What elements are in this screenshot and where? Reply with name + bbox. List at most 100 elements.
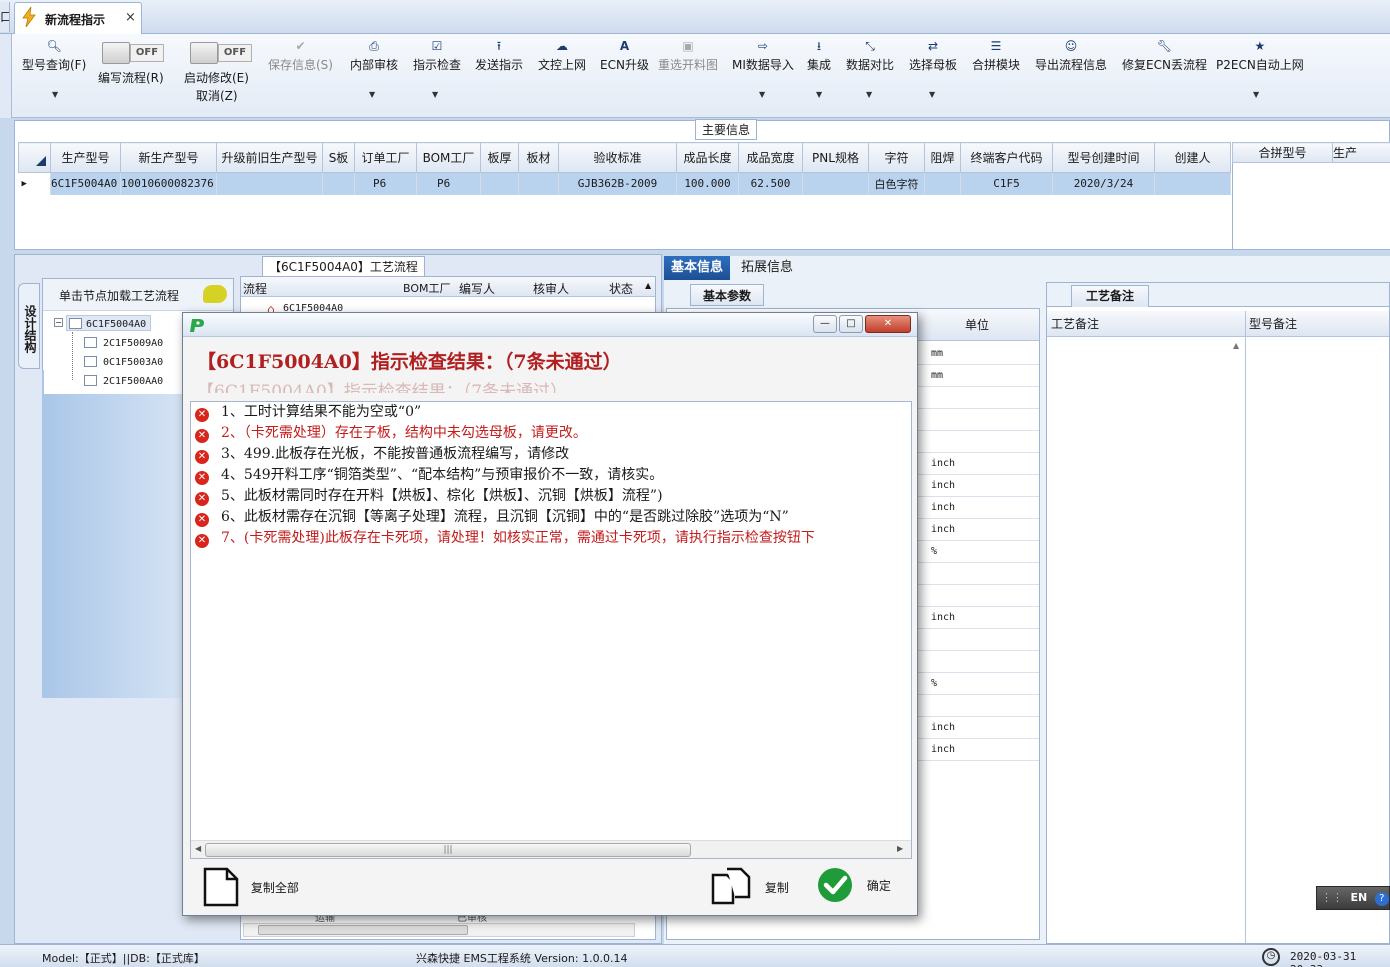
column-header[interactable]: 新生产型号 — [120, 142, 217, 173]
upload-icon: ⭱ — [496, 39, 502, 53]
scrollbar-thumb[interactable]: ||| — [205, 843, 691, 857]
mi-import-button[interactable]: ⇨ MI数据导入 — [732, 38, 794, 73]
column-header[interactable]: 编写人 — [459, 280, 495, 297]
select-mother-board-button[interactable]: ⇄ 选择母板 — [909, 38, 957, 73]
chevron-down-icon[interactable]: ▼ — [1253, 90, 1259, 99]
column-header[interactable]: 成品宽度 — [738, 142, 803, 173]
check-message-list[interactable]: ✕ 1、工时计算结果不能为空或“0” ✕ 2、（卡死需处理）存在子板，结构中未勾选母… — [190, 401, 912, 859]
horizontal-scrollbar[interactable]: ◀ ||| ▶ — [191, 840, 911, 858]
list-item[interactable]: ✕ 2、（卡死需处理）存在子板，结构中未勾选母板，请更改。 — [195, 423, 587, 444]
list-item[interactable]: ✕ 7、(卡死需处理)此板存在卡死项，请处理！如核实正常，需通过卡死项，请执行指示… — [195, 528, 815, 549]
list-item[interactable]: ✕ 1、工时计算结果不能为空或“0” — [195, 402, 421, 423]
column-header[interactable]: 验收标准 — [558, 142, 677, 173]
tree-node[interactable]: 2C1F500AA0 — [84, 373, 163, 387]
copy-button[interactable]: 复制 — [711, 867, 789, 911]
tree-node[interactable]: 6C1F5004A0 — [66, 315, 152, 331]
internal-review-button[interactable]: ⎙ 内部审核 — [350, 38, 398, 73]
node-checkbox[interactable] — [84, 375, 97, 386]
column-header[interactable]: 阻焊 — [924, 142, 961, 173]
ok-button[interactable]: 确定 — [817, 867, 891, 911]
download-icon: ⭳ — [816, 39, 822, 53]
instruction-check-button[interactable]: ☑ 指示检查 — [413, 38, 461, 73]
list-item[interactable]: ✕ 5、此板材需同时存在开料【烘板】、棕化【烘板】、沉铜【烘板】流程”) — [195, 486, 663, 507]
column-header[interactable]: 板材 — [518, 142, 559, 173]
column-header[interactable]: 状态 — [609, 280, 633, 297]
repair-ecn-flow-button[interactable]: 🔧︎ 修复ECN丢流程 — [1122, 38, 1207, 73]
chevron-down-icon[interactable]: ▼ — [816, 90, 822, 99]
column-header[interactable]: 型号创建时间 — [1052, 142, 1155, 173]
column-header[interactable]: 创建人 — [1154, 142, 1231, 173]
list-item[interactable]: ✕ 6、此板材需存在沉铜【等离子处理】流程，且沉铜【沉铜】中的“是否跳过除胶”选项… — [195, 507, 789, 528]
column-header[interactable]: BOM工厂 — [403, 280, 451, 296]
column-header[interactable]: 成品长度 — [676, 142, 739, 173]
ime-toolbar[interactable]: ⋮⋮ EN ? — [1316, 886, 1390, 910]
column-header[interactable]: 订单工厂 — [354, 142, 417, 173]
merge-module-button[interactable]: ☰ 合拼模块 — [972, 38, 1020, 73]
row-indicator-header — [18, 142, 51, 173]
tab-new-process[interactable]: 新流程指示 × — [14, 2, 142, 34]
start-edit-toggle[interactable]: OFF — [190, 42, 254, 64]
column-header[interactable]: PNL规格 — [802, 142, 869, 173]
tab-basic-info[interactable]: 基本信息 — [664, 256, 731, 280]
column-header[interactable]: 升级前旧生产型号 — [216, 142, 323, 173]
doc-control-online-button[interactable]: ☁ 文控上网 — [538, 38, 586, 73]
column-header[interactable]: 终端客户代码 — [960, 142, 1053, 173]
copy-all-button[interactable]: 复制全部 — [203, 867, 299, 911]
tab-process-notes[interactable]: 工艺备注 — [1071, 285, 1149, 307]
column-header[interactable]: 生产型号 — [50, 142, 121, 173]
column-header[interactable]: 流程 — [243, 280, 267, 297]
column-header[interactable]: S板 — [322, 142, 355, 173]
write-flow-toggle[interactable]: OFF — [102, 42, 166, 64]
ecn-upgrade-button[interactable]: A ECN升级 — [600, 38, 649, 73]
column-header[interactable]: 板厚 — [480, 142, 519, 173]
node-checkbox[interactable] — [69, 318, 82, 329]
cancel-button[interactable]: 取消(Z) — [196, 87, 238, 104]
column-header[interactable]: 字符 — [868, 142, 925, 173]
tree-collapse-icon[interactable]: − — [54, 318, 63, 327]
ime-language[interactable]: EN — [1351, 891, 1368, 904]
close-icon[interactable]: ✕ — [865, 315, 911, 333]
tab-design-structure[interactable]: 设计结构 — [18, 283, 40, 369]
scroll-up-icon[interactable]: ▲ — [645, 281, 651, 290]
chevron-down-icon[interactable]: ▼ — [759, 90, 765, 99]
tree-node[interactable]: 0C1F5003A0 — [84, 354, 163, 368]
scroll-left-icon[interactable]: ◀ — [195, 844, 201, 853]
column-header[interactable]: 生产 — [1332, 142, 1390, 163]
chevron-down-icon[interactable]: ▼ — [929, 90, 935, 99]
scroll-right-icon[interactable]: ▶ — [897, 844, 903, 853]
chevron-down-icon[interactable]: ▼ — [432, 90, 438, 99]
help-icon[interactable]: ? — [1374, 892, 1389, 906]
column-header[interactable]: 合拼型号 — [1232, 142, 1333, 163]
main-info-table: 生产型号 新生产型号 升级前旧生产型号 S板 订单工厂 BOM工厂 板厚 板材 … — [18, 142, 1231, 195]
save-info-button[interactable]: ✔ 保存信息(S) — [268, 38, 333, 73]
list-item[interactable]: ✕ 4、549开料工序“铜箔类型”、“配本结构”与预审报价不一致，请核实。 — [195, 465, 663, 486]
status-app-version: 兴森快捷 EMS工程系统 Version: 1.0.0.14 — [416, 952, 628, 965]
export-flow-info-button[interactable]: ☺ 导出流程信息 — [1035, 38, 1107, 73]
write-flow-label: 编写流程(R) — [98, 71, 164, 85]
chevron-down-icon[interactable]: ▼ — [866, 90, 872, 99]
left-collapsed-tab[interactable]: 口 — [0, 2, 10, 32]
data-compare-button[interactable]: ⤡ 数据对比 — [846, 38, 894, 73]
column-header[interactable]: 核审人 — [533, 280, 569, 297]
table-row[interactable]: ▶ 6C1F5004A0 10010600082376 P6 P6 GJB362… — [18, 172, 1231, 195]
chevron-down-icon[interactable]: ▼ — [52, 90, 58, 99]
tab-close-icon[interactable]: × — [125, 10, 136, 25]
reselect-cutting-button[interactable]: ▣ 重选开料图 — [658, 38, 718, 73]
node-checkbox[interactable] — [84, 356, 97, 367]
minimize-icon[interactable]: — — [813, 315, 837, 333]
column-header[interactable]: BOM工厂 — [416, 142, 481, 173]
tab-extended-info[interactable]: 拓展信息 — [734, 256, 800, 280]
dialog-titlebar[interactable]: — □ ✕ — [183, 313, 917, 337]
chevron-down-icon[interactable]: ▼ — [369, 90, 375, 99]
tree-node[interactable]: 2C1F5009A0 — [84, 335, 163, 349]
p2ecn-auto-online-button[interactable]: ★ P2ECN自动上网 — [1216, 38, 1304, 73]
maximize-icon[interactable]: □ — [839, 315, 863, 333]
flow-horizontal-scrollbar[interactable] — [243, 923, 635, 937]
model-search-button[interactable]: 🔍︎ 型号查询(F) — [22, 38, 86, 73]
send-instruction-button[interactable]: ⭱ 发送指示 — [475, 38, 523, 73]
integrate-button[interactable]: ⭳ 集成 — [807, 38, 831, 73]
tab-basic-params[interactable]: 基本参数 — [690, 284, 765, 306]
node-checkbox[interactable] — [84, 337, 97, 348]
list-item[interactable]: ✕ 3、499.此板存在光板，不能按普通板流程编写，请修改 — [195, 444, 569, 465]
scroll-up-icon[interactable]: ▲ — [1233, 341, 1239, 350]
